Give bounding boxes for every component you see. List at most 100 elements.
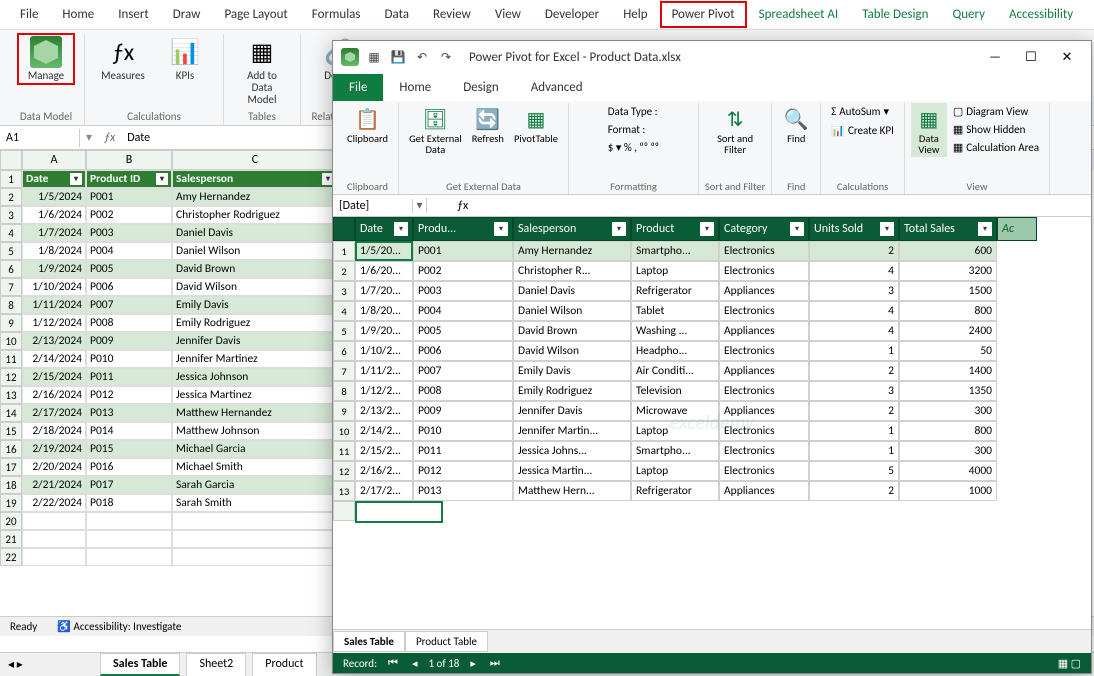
pp-cell[interactable]: 1350 (899, 381, 997, 401)
pp-cell[interactable]: 1000 (899, 481, 997, 501)
filter-dropdown-icon[interactable]: ▾ (494, 222, 508, 236)
col-header-B[interactable]: B (86, 150, 172, 170)
col-header-A[interactable]: A (22, 150, 86, 170)
row-header[interactable]: 17 (0, 458, 22, 476)
pp-cell[interactable]: 2 (809, 401, 899, 421)
cell[interactable]: P013 (86, 404, 172, 422)
cell[interactable]: Michael Smith (172, 458, 338, 476)
row-header[interactable]: 2 (0, 188, 22, 206)
menu-home[interactable]: Home (50, 1, 106, 28)
cell[interactable]: P016 (86, 458, 172, 476)
pp-cell[interactable]: 300 (899, 401, 997, 421)
pp-row-header[interactable]: 4 (333, 301, 355, 321)
pp-tab-home[interactable]: Home (383, 74, 447, 101)
pp-cell[interactable]: 4 (809, 321, 899, 341)
cell[interactable]: P015 (86, 440, 172, 458)
cell[interactable]: P010 (86, 350, 172, 368)
pp-cell[interactable]: P004 (413, 301, 513, 321)
pp-row-header[interactable]: 2 (333, 261, 355, 281)
cell[interactable]: P012 (86, 386, 172, 404)
pp-cell[interactable]: P003 (413, 281, 513, 301)
pp-format-icons[interactable]: $ ▾ % , ⁰⁰ ⁰⁰ (604, 139, 663, 156)
pp-cell[interactable]: Microwave (631, 401, 719, 421)
pp-cell[interactable]: Refrigerator (631, 481, 719, 501)
cell[interactable]: Jessica Johnson (172, 368, 338, 386)
pp-status-icons[interactable]: ▦ ▢ (1058, 657, 1081, 670)
menu-developer[interactable]: Developer (533, 1, 611, 28)
pp-find-button[interactable]: 🔍Find (778, 103, 814, 146)
filter-dropdown-icon[interactable]: ▾ (394, 222, 408, 236)
pp-cell[interactable]: Electronics (719, 341, 809, 361)
pp-cell[interactable]: Electronics (719, 441, 809, 461)
pp-cell[interactable]: Christopher R... (513, 261, 631, 281)
sheet-tab-sheet2[interactable]: Sheet2 (186, 653, 246, 676)
row-header[interactable]: 3 (0, 206, 22, 224)
cell[interactable]: Emily Rodriguez (172, 314, 338, 332)
cell[interactable]: P018 (86, 494, 172, 512)
cell[interactable]: Jessica Martinez (172, 386, 338, 404)
filter-dropdown-icon[interactable]: ▾ (880, 222, 894, 236)
cell[interactable]: Matthew Hernandez (172, 404, 338, 422)
cell[interactable]: 2/16/2024 (22, 386, 86, 404)
cell[interactable]: 1/11/2024 (22, 296, 86, 314)
menu-view[interactable]: View (483, 1, 533, 28)
filter-dropdown-icon[interactable]: ▾ (700, 222, 714, 236)
pp-cell[interactable]: P002 (413, 261, 513, 281)
kpis-button[interactable]: 📊 KPIs (157, 34, 213, 84)
pp-cell[interactable]: 1/7/20... (355, 281, 413, 301)
pp-cell[interactable]: 1500 (899, 281, 997, 301)
row-header[interactable]: 7 (0, 278, 22, 296)
pp-row-header[interactable]: 12 (333, 461, 355, 481)
filter-dropdown-icon[interactable]: ▾ (790, 222, 804, 236)
cell[interactable]: 2/21/2024 (22, 476, 86, 494)
qat-redo-icon[interactable]: ↷ (435, 46, 457, 68)
pp-cell[interactable]: Laptop (631, 261, 719, 281)
pp-cell[interactable]: Television (631, 381, 719, 401)
pp-cell[interactable]: P007 (413, 361, 513, 381)
pp-cell[interactable]: P006 (413, 341, 513, 361)
pp-cell[interactable]: 50 (899, 341, 997, 361)
row-header[interactable]: 8 (0, 296, 22, 314)
cell[interactable]: Sarah Smith (172, 494, 338, 512)
cell[interactable]: Michael Garcia (172, 440, 338, 458)
pp-row-header[interactable]: 1 (333, 241, 355, 261)
sheet-tab-product[interactable]: Product (252, 653, 316, 676)
pp-cell[interactable]: 1 (809, 421, 899, 441)
pp-row-header[interactable]: 6 (333, 341, 355, 361)
pp-paste-button[interactable]: 📋Clipboard (343, 103, 392, 146)
cell[interactable]: P002 (86, 206, 172, 224)
row-header-1[interactable]: 1 (0, 170, 22, 188)
pp-cell[interactable]: 4 (809, 261, 899, 281)
pp-cell[interactable]: 800 (899, 421, 997, 441)
row-header[interactable]: 11 (0, 350, 22, 368)
cell[interactable]: P009 (86, 332, 172, 350)
menu-review[interactable]: Review (421, 1, 483, 28)
pp-diagram-view-button[interactable]: ▢ Diagram View (949, 103, 1043, 120)
row-header[interactable]: 19 (0, 494, 22, 512)
pp-get-external-button[interactable]: 🗄Get External Data (405, 103, 466, 157)
cell[interactable]: Daniel Davis (172, 224, 338, 242)
cell[interactable]: 1/7/2024 (22, 224, 86, 242)
pp-cell[interactable]: 3 (809, 381, 899, 401)
cell[interactable]: 2/15/2024 (22, 368, 86, 386)
pp-cell[interactable]: 800 (899, 301, 997, 321)
pp-cell[interactable]: 4000 (899, 461, 997, 481)
pp-cell[interactable]: 2/15/2... (355, 441, 413, 461)
pp-cell[interactable]: 2400 (899, 321, 997, 341)
pp-sort-filter-button[interactable]: ⇅Sort and Filter (713, 103, 757, 157)
row-header[interactable]: 4 (0, 224, 22, 242)
cell[interactable]: Amy Hernandez (172, 188, 338, 206)
pp-cell[interactable]: 2/13/2... (355, 401, 413, 421)
pp-col-header[interactable]: Salesperson▾ (513, 217, 631, 241)
cell[interactable]: Daniel Wilson (172, 242, 338, 260)
pp-cell[interactable]: Appliances (719, 401, 809, 421)
filter-dropdown-icon[interactable]: ▾ (612, 222, 626, 236)
cell[interactable]: 1/6/2024 (22, 206, 86, 224)
menu-power-pivot[interactable]: Power Pivot (660, 1, 747, 28)
row-header[interactable]: 12 (0, 368, 22, 386)
pp-cell[interactable]: Jessica Martin... (513, 461, 631, 481)
menu-insert[interactable]: Insert (106, 1, 161, 28)
cell[interactable]: P011 (86, 368, 172, 386)
pp-cell[interactable]: Daniel Davis (513, 281, 631, 301)
cell[interactable]: 1/9/2024 (22, 260, 86, 278)
